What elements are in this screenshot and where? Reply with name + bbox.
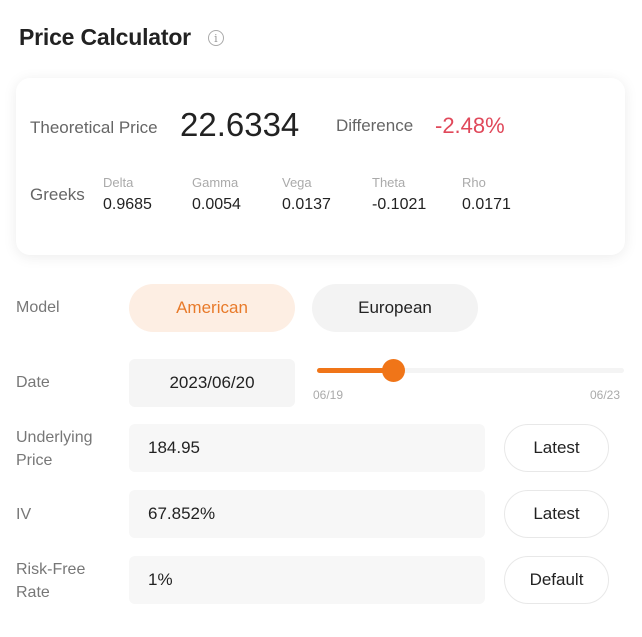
risk-free-rate-input[interactable]: 1% [129,556,485,604]
risk-free-rate-label: Risk-Free Rate [16,558,85,604]
greek-name: Gamma [192,175,239,190]
risk-free-default-button[interactable]: Default [504,556,609,604]
date-field[interactable]: 2023/06/20 [129,359,295,407]
greek-name: Vega [282,175,312,190]
label-line: Underlying [16,429,93,446]
underlying-price-label: Underlying Price [16,426,92,472]
slider-max-label: 06/23 [590,388,621,402]
iv-latest-button[interactable]: Latest [504,490,609,538]
theoretical-price-value: 22.6334 [180,106,300,143]
greek-name: Rho [462,175,486,190]
underlying-latest-button[interactable]: Latest [504,424,609,472]
slider-thumb[interactable] [382,359,405,382]
greek-value: 0.9685 [103,196,152,213]
model-european-button[interactable]: European [312,284,478,332]
iv-input[interactable]: 67.852% [129,490,485,538]
page-title: Price Calculator [19,24,191,50]
greek-gamma: Gamma 0.0054 [192,175,241,214]
greek-name: Theta [372,175,406,190]
difference-value: -2.48% [435,113,505,138]
greek-theta: Theta -0.1021 [372,175,426,214]
theoretical-price-label: Theoretical Price [30,118,158,137]
underlying-price-input[interactable]: 184.95 [129,424,485,472]
header: Price Calculator i [19,24,224,51]
greek-delta: Delta 0.9685 [103,175,152,214]
model-label: Model [16,299,60,316]
date-slider[interactable] [317,358,624,382]
greek-rho: Rho 0.0171 [462,175,511,214]
info-icon[interactable]: i [207,29,224,46]
greek-name: Delta [103,175,134,190]
label-line: Rate [16,584,50,601]
greeks-label: Greeks [30,185,85,204]
date-label: Date [16,374,50,391]
greek-value: 0.0137 [282,196,331,213]
slider-min-label: 06/19 [313,388,344,402]
result-card: Theoretical Price 22.6334 Difference -2.… [16,78,625,255]
label-line: Price [16,452,53,469]
greek-vega: Vega 0.0137 [282,175,331,214]
iv-label: IV [16,506,32,523]
difference-label: Difference [336,116,414,135]
label-line: Risk-Free [16,561,86,578]
model-american-button[interactable]: American [129,284,295,332]
greek-value: 0.0171 [462,196,511,213]
greek-value: -0.1021 [372,196,427,213]
greek-value: 0.0054 [192,196,241,213]
